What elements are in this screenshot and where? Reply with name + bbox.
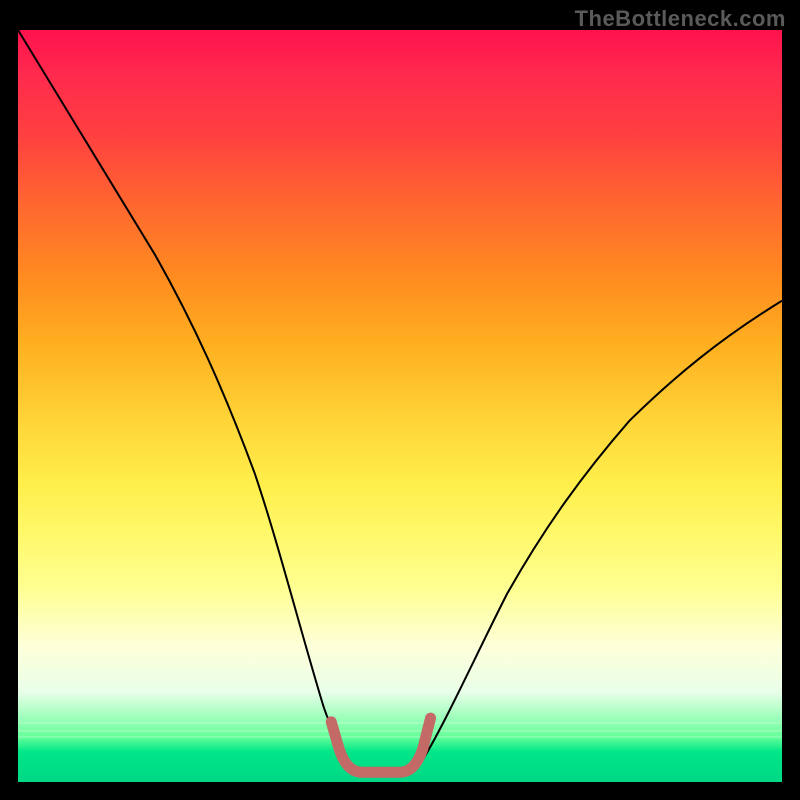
chart-frame: TheBottleneck.com [0,0,800,800]
plot-area [18,30,782,782]
bottom-bracket [331,718,430,772]
right-curve [423,301,782,760]
chart-svg [18,30,782,782]
left-curve [18,30,350,763]
watermark-text: TheBottleneck.com [575,6,786,32]
